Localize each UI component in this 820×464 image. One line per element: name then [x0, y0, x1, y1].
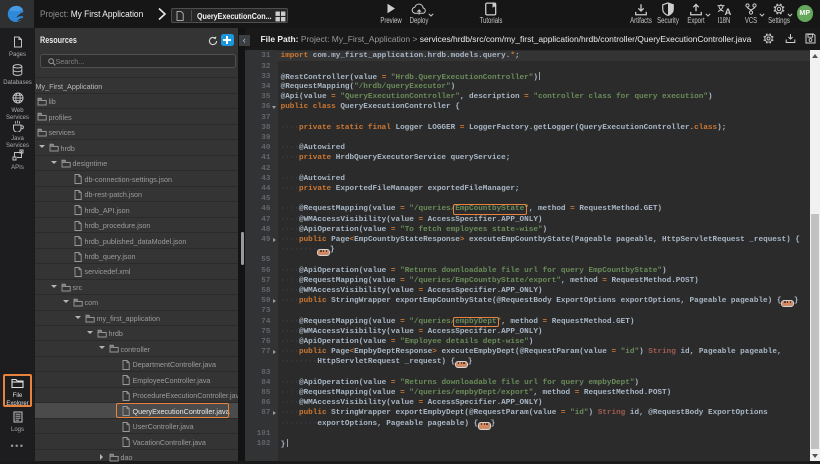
svg-text:A: A: [724, 7, 731, 16]
